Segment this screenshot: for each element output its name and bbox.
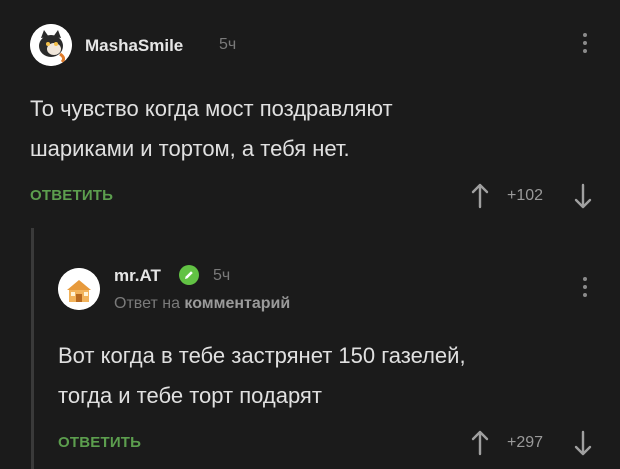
reply-text-line-1: Вот когда в тебе застрянет 150 газелей, [58, 343, 466, 368]
more-vertical-icon[interactable] [578, 277, 592, 297]
arrow-down-icon[interactable] [574, 430, 592, 456]
arrow-up-icon[interactable] [471, 183, 489, 209]
comment-text-line-2: шариками и тортом, а тебя нет. [30, 136, 350, 161]
arrow-down-icon[interactable] [574, 183, 592, 209]
avatar[interactable] [30, 24, 72, 66]
reply-to-info: Ответ на комментарий [114, 295, 290, 313]
reply-time: 5ч [213, 267, 231, 284]
reply-rating: +297 [507, 434, 544, 451]
comment-text-line-1: То чувство когда мост поздравляют [30, 96, 393, 121]
pencil-badge-icon [179, 265, 199, 285]
comment-author[interactable]: MashaSmile [85, 36, 183, 56]
reply-to-link[interactable]: комментарий [184, 295, 290, 312]
reply-text-line-2: тогда и тебе торт подарят [58, 383, 322, 408]
more-vertical-icon[interactable] [578, 33, 592, 53]
house-avatar-icon [58, 268, 100, 310]
reply-button[interactable]: ОТВЕТИТЬ [58, 434, 141, 451]
reply-author[interactable]: mr.AT [114, 266, 161, 286]
arrow-up-icon[interactable] [471, 430, 489, 456]
reply-button[interactable]: ОТВЕТИТЬ [30, 187, 113, 204]
comment-rating: +102 [507, 187, 544, 204]
comment-time: 5ч [219, 36, 237, 53]
thread-line[interactable] [31, 228, 34, 469]
avatar[interactable] [58, 268, 100, 310]
reply-to-prefix: Ответ на [114, 295, 180, 312]
cat-avatar-icon [30, 24, 72, 66]
